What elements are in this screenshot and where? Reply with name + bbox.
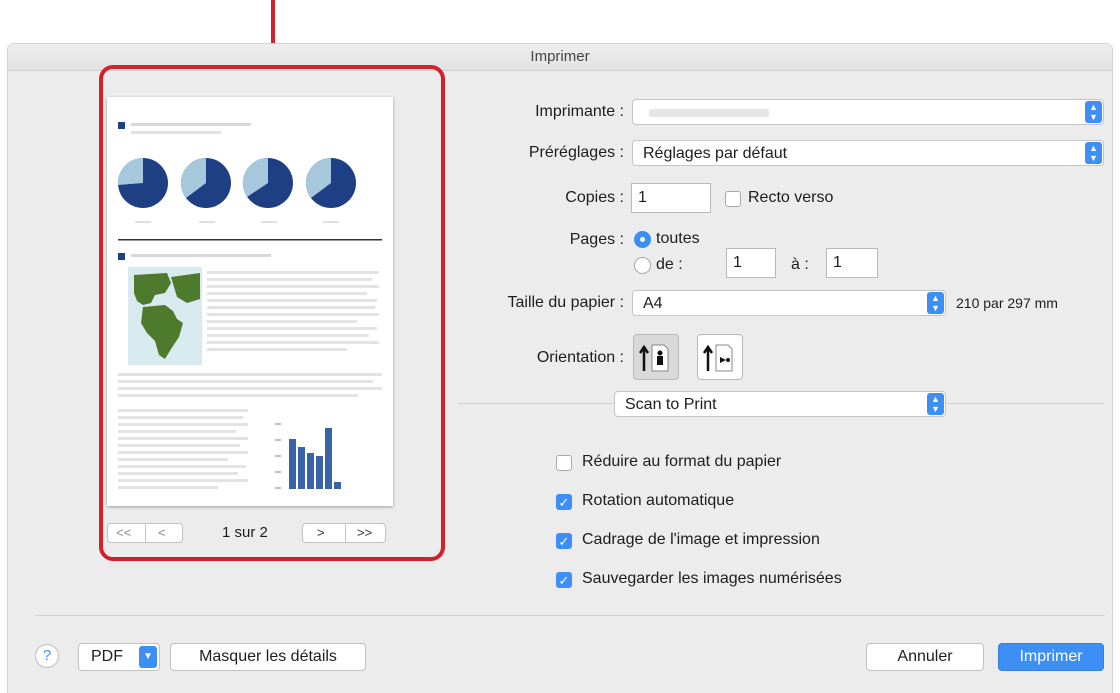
pages-to-input[interactable]: 1 bbox=[826, 248, 878, 278]
chevron-updown-icon: ▲ ▼ bbox=[1085, 142, 1102, 164]
chevron-updown-icon: ▲ ▼ bbox=[1085, 101, 1102, 123]
landscape-icon bbox=[702, 344, 733, 372]
copies-input[interactable]: 1 bbox=[631, 183, 711, 213]
save-scanned-images-label: Sauvegarder les images numérisées bbox=[582, 570, 842, 587]
auto-rotate-label: Rotation automatique bbox=[582, 492, 735, 509]
presets-label: Préréglages : bbox=[528, 144, 624, 161]
orientation-label: Orientation : bbox=[536, 349, 624, 366]
help-button[interactable]: ? bbox=[35, 644, 59, 668]
printer-select[interactable]: ▲ ▼ bbox=[632, 99, 1104, 125]
pages-all-label: toutes bbox=[656, 230, 700, 247]
shrink-to-paper-checkbox[interactable] bbox=[556, 455, 572, 471]
print-button[interactable]: Imprimer bbox=[998, 643, 1104, 671]
portrait-icon bbox=[638, 344, 669, 372]
hide-details-button[interactable]: Masquer les détails bbox=[170, 643, 366, 671]
pages-to-label: à : bbox=[791, 256, 809, 273]
landscape-orientation-button[interactable] bbox=[697, 334, 743, 380]
printer-name-blurred bbox=[649, 109, 769, 117]
pages-from-input[interactable]: 1 bbox=[726, 248, 776, 278]
paper-size-label: Taille du papier : bbox=[507, 294, 624, 311]
section-select[interactable]: Scan to Print ▲ ▼ bbox=[614, 391, 946, 417]
cancel-button[interactable]: Annuler bbox=[866, 643, 984, 671]
paper-size-select[interactable]: A4 ▲ ▼ bbox=[632, 290, 946, 316]
pages-all-radio[interactable] bbox=[634, 231, 651, 248]
crop-and-print-checkbox[interactable]: ✓ bbox=[556, 533, 572, 549]
preview-highlight-frame bbox=[99, 65, 445, 561]
presets-value: Réglages par défaut bbox=[643, 145, 788, 162]
auto-rotate-checkbox[interactable]: ✓ bbox=[556, 494, 572, 510]
chevron-updown-icon: ▲ ▼ bbox=[927, 292, 944, 314]
pdf-label: PDF bbox=[91, 648, 123, 665]
shrink-to-paper-label: Réduire au format du papier bbox=[582, 453, 782, 470]
save-scanned-images-checkbox[interactable]: ✓ bbox=[556, 572, 572, 588]
section-select-value: Scan to Print bbox=[625, 396, 717, 413]
footer-divider bbox=[35, 615, 1105, 616]
crop-and-print-label: Cadrage de l'image et impression bbox=[582, 531, 820, 548]
print-dialog: Imprimer << < 1 sur 2 > >> Imprimante: … bbox=[8, 44, 1112, 693]
chevron-updown-icon: ▲ ▼ bbox=[927, 393, 944, 415]
duplex-label: Recto verso bbox=[748, 189, 834, 206]
copies-label: Copies : bbox=[565, 189, 624, 206]
chevron-down-icon: ▼ bbox=[139, 646, 157, 668]
paper-size-value: A4 bbox=[643, 295, 663, 312]
presets-select[interactable]: Réglages par défaut ▲ ▼ bbox=[632, 140, 1104, 166]
paper-dimensions: 210 par 297 mm bbox=[956, 295, 1058, 311]
pages-label: Pages : bbox=[569, 231, 624, 248]
pages-from-label: de : bbox=[656, 256, 683, 273]
printer-label: Imprimante : bbox=[535, 103, 624, 120]
pdf-menu-button[interactable]: PDF ▼ bbox=[78, 643, 160, 671]
duplex-checkbox[interactable] bbox=[725, 191, 741, 207]
portrait-orientation-button[interactable] bbox=[633, 334, 679, 380]
pages-range-radio[interactable] bbox=[634, 257, 651, 274]
